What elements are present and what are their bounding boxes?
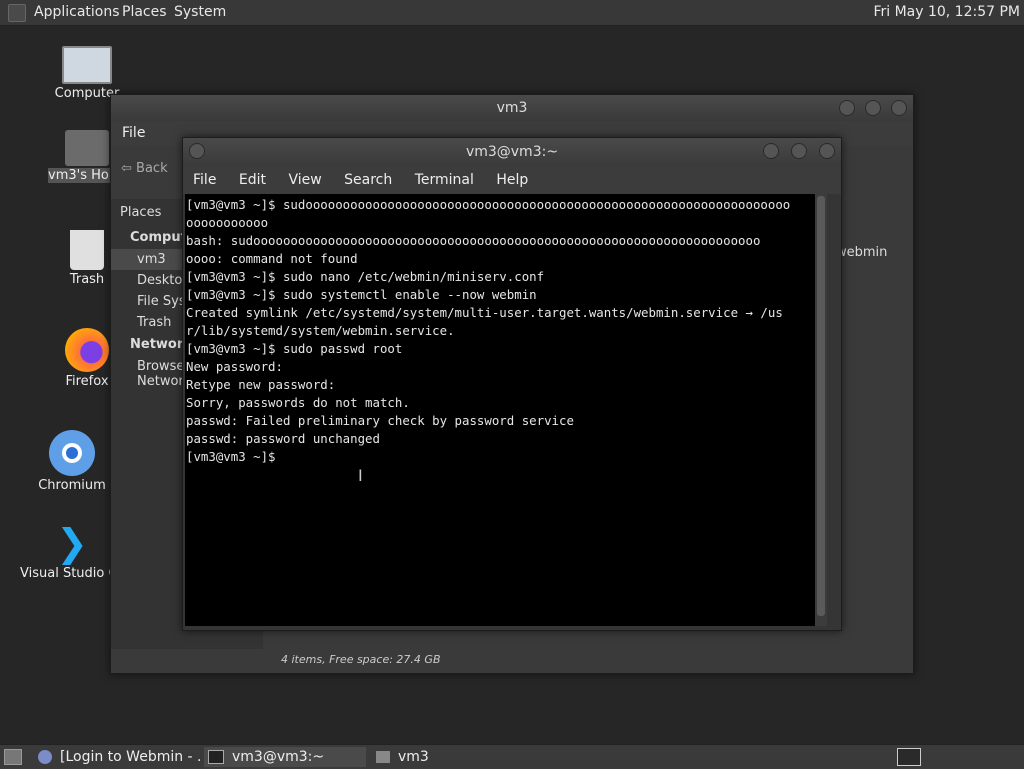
terminal-line: [vm3@vm3 ~]$ sudo nano /etc/webmin/minis…	[186, 269, 545, 284]
file-manager-titlebar[interactable]: vm3	[111, 95, 913, 121]
close-button[interactable]	[891, 100, 907, 116]
terminal-line: [vm3@vm3 ~]$	[186, 449, 276, 464]
scrollbar-thumb[interactable]	[817, 196, 825, 616]
menu-search[interactable]: Search	[335, 166, 401, 194]
terminal-line: ooooooooooo	[186, 215, 269, 230]
menu-help[interactable]: Help	[487, 166, 537, 194]
terminal-close-button[interactable]	[819, 143, 835, 159]
minimize-button[interactable]	[839, 100, 855, 116]
system-menu[interactable]: System	[174, 4, 226, 20]
terminal-line: Retype new password:	[186, 377, 336, 392]
firefox-small-icon	[38, 750, 52, 764]
terminal-title: vm3@vm3:~	[465, 144, 559, 160]
menu-edit[interactable]: Edit	[230, 166, 275, 194]
applications-icon[interactable]	[8, 4, 26, 22]
places-menu[interactable]: Places	[122, 4, 167, 20]
applications-menu[interactable]: Applications	[34, 4, 120, 20]
text-cursor-icon: I	[358, 466, 363, 485]
trash-icon	[70, 230, 104, 270]
terminal-output[interactable]: [vm3@vm3 ~]$ sudoooooooooooooooooooooooo…	[185, 194, 827, 626]
terminal-menubar: File Edit View Search Terminal Help	[183, 166, 841, 194]
window-menu-button[interactable]	[189, 143, 205, 159]
terminal-line: [vm3@vm3 ~]$ sudoooooooooooooooooooooooo…	[186, 197, 791, 212]
home-folder-icon	[65, 130, 109, 166]
menu-view[interactable]: View	[279, 166, 330, 194]
terminal-line: [vm3@vm3 ~]$ sudo systemctl enable --now…	[186, 287, 537, 302]
computer-icon	[62, 46, 112, 84]
terminal-line: New password:	[186, 359, 283, 374]
top-panel: Applications Places System Fri May 10, 1…	[0, 0, 1024, 26]
workspace-switcher[interactable]	[897, 748, 921, 766]
task-webmin[interactable]: [Login to Webmin - ...	[38, 747, 200, 767]
menu-file[interactable]: File	[183, 166, 225, 194]
task-terminal[interactable]: vm3@vm3:~	[204, 747, 366, 767]
vscode-icon: ❯	[56, 521, 88, 565]
menu-terminal[interactable]: Terminal	[406, 166, 483, 194]
terminal-line: passwd: password unchanged	[186, 431, 380, 446]
terminal-minimize-button[interactable]	[763, 143, 779, 159]
terminal-line: passwd: Failed preliminary check by pass…	[186, 413, 574, 428]
terminal-window: vm3@vm3:~ File Edit View Search Terminal…	[182, 137, 842, 631]
terminal-line: oooo: command not found	[186, 251, 358, 266]
desktop-icon-vscode[interactable]: ❯ Visual Studio Code	[20, 522, 124, 581]
terminal-small-icon	[208, 750, 224, 764]
terminal-line: bash: sudooooooooooooooooooooooooooooooo…	[186, 233, 761, 248]
firefox-icon	[65, 328, 109, 372]
status-bar: 4 items, Free space: 27.4 GB	[281, 653, 441, 666]
terminal-maximize-button[interactable]	[791, 143, 807, 159]
terminal-scrollbar[interactable]	[815, 194, 827, 626]
desktop-icon-chromium[interactable]: Chromium	[27, 430, 117, 493]
back-button[interactable]: ⇦ Back	[121, 161, 168, 176]
folder-small-icon	[376, 751, 390, 763]
show-desktop-icon[interactable]	[4, 749, 22, 765]
taskbar: [Login to Webmin - ... vm3@vm3:~ vm3	[0, 744, 1024, 769]
back-arrow-icon: ⇦	[121, 161, 132, 176]
terminal-line: Created symlink /etc/systemd/system/mult…	[186, 305, 783, 320]
terminal-titlebar[interactable]: vm3@vm3:~	[183, 138, 841, 166]
webmin-folder-item[interactable]: webmin	[836, 245, 887, 260]
chromium-icon	[49, 430, 95, 476]
fm-menu-file[interactable]: File	[113, 121, 154, 145]
maximize-button[interactable]	[865, 100, 881, 116]
terminal-line: r/lib/systemd/system/webmin.service.	[186, 323, 455, 338]
terminal-line: [vm3@vm3 ~]$ sudo passwd root	[186, 341, 403, 356]
desktop-icon-computer[interactable]: Computer	[42, 46, 132, 101]
terminal-text: [vm3@vm3 ~]$ sudoooooooooooooooooooooooo…	[185, 194, 827, 466]
task-file-manager[interactable]: vm3	[374, 747, 536, 767]
clock[interactable]: Fri May 10, 12:57 PM	[873, 4, 1020, 20]
terminal-line: Sorry, passwords do not match.	[186, 395, 410, 410]
